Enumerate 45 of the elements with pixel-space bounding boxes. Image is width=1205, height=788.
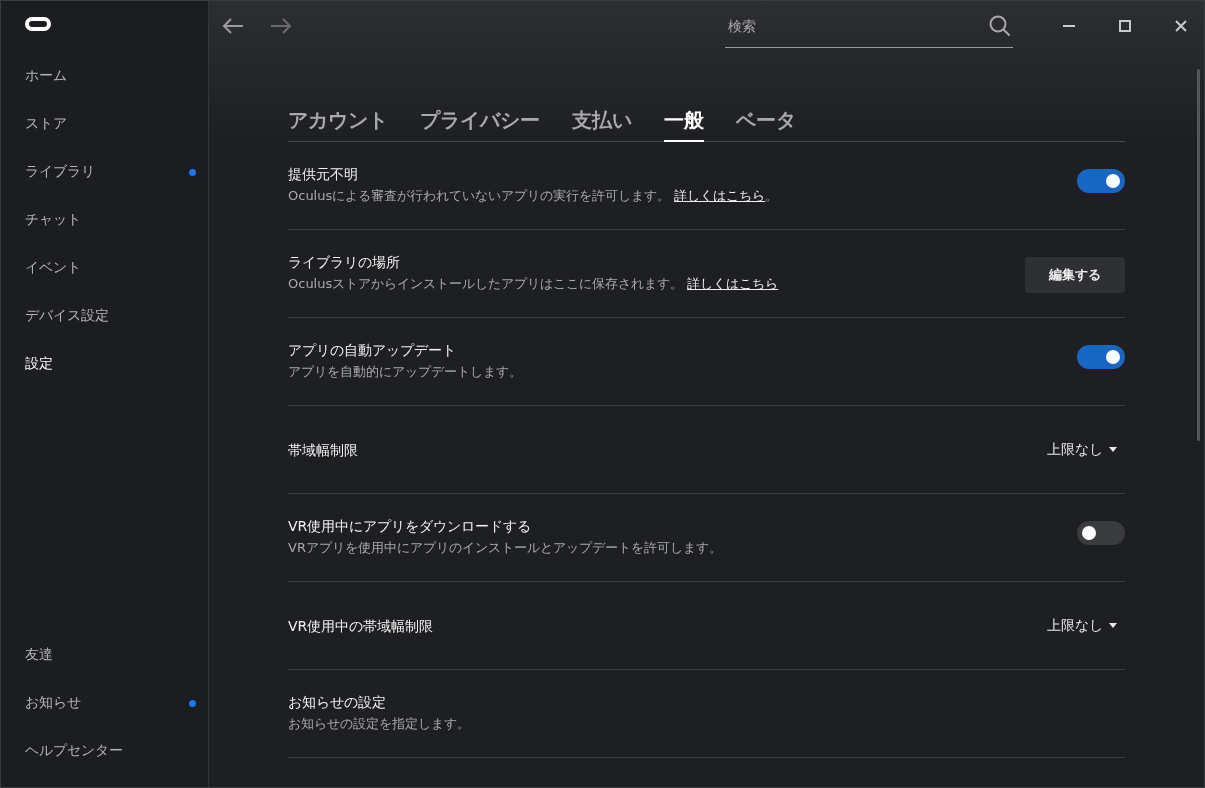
tab[interactable]: 一般 bbox=[664, 103, 704, 142]
toggle-switch[interactable] bbox=[1077, 169, 1125, 193]
setting-title: 帯域幅制限 bbox=[288, 440, 359, 460]
forward-arrow-icon[interactable] bbox=[270, 18, 292, 34]
toggle-switch[interactable] bbox=[1077, 345, 1125, 369]
setting-description: アプリを自動的にアップデートします。 bbox=[288, 363, 523, 381]
setting-description: VRアプリを使用中にアプリのインストールとアップデートを許可します。 bbox=[288, 539, 723, 557]
tab[interactable]: プライバシー bbox=[420, 103, 540, 142]
sidebar-item[interactable]: デバイス設定 bbox=[1, 292, 208, 340]
setting-title: アプリの自動アップデート bbox=[288, 341, 457, 360]
toggle-switch[interactable] bbox=[1077, 521, 1125, 545]
search-icon[interactable] bbox=[989, 15, 1011, 37]
sidebar-item[interactable]: 友達 bbox=[1, 631, 208, 679]
edit-button[interactable]: 編集する bbox=[1025, 257, 1125, 293]
sidebar-item[interactable]: 設定 bbox=[1, 340, 208, 388]
tab[interactable]: 支払い bbox=[572, 103, 632, 142]
logo-icon[interactable] bbox=[25, 17, 51, 31]
caret-icon bbox=[1109, 623, 1117, 628]
back-arrow-icon[interactable] bbox=[222, 18, 244, 34]
tab[interactable]: ベータ bbox=[736, 103, 796, 142]
sidebar-item[interactable]: イベント bbox=[1, 244, 208, 292]
setting-title: VR使用中にアプリをダウンロードする bbox=[288, 517, 533, 536]
search-field[interactable]: 検索 bbox=[725, 4, 1013, 48]
tab[interactable]: アカウント bbox=[288, 103, 388, 142]
setting-title: 提供元不明 bbox=[288, 165, 359, 184]
sidebar-item[interactable]: ライブラリ bbox=[1, 148, 208, 196]
learn-more-link[interactable]: 詳しくはこちら bbox=[687, 276, 779, 291]
setting-title: お知らせの設定 bbox=[288, 693, 387, 712]
setting-title: VR使用中の帯域幅制限 bbox=[288, 616, 435, 636]
sidebar-item[interactable]: ホーム bbox=[1, 52, 208, 100]
setting-title: ライブラリの場所 bbox=[288, 253, 401, 272]
sidebar-item[interactable]: ヘルプセンター bbox=[1, 727, 208, 775]
setting-description: Oculusストアからインストールしたアプリはここに保存されます。 詳しくはこちら bbox=[288, 275, 780, 293]
maximize-icon[interactable] bbox=[1119, 20, 1131, 32]
sidebar-item[interactable]: お知らせ bbox=[1, 679, 208, 727]
sidebar-item[interactable]: チャット bbox=[1, 196, 208, 244]
dropdown[interactable]: 上限なし bbox=[1047, 616, 1117, 635]
setting-description: Oculusによる審査が行われていないアプリの実行を許可します。 詳しくはこちら。 bbox=[288, 187, 780, 205]
dropdown[interactable]: 上限なし bbox=[1047, 440, 1117, 459]
close-icon[interactable] bbox=[1175, 20, 1187, 32]
setting-description: お知らせの設定を指定します。 bbox=[288, 715, 471, 733]
sidebar-item[interactable]: ストア bbox=[1, 100, 208, 148]
scrollbar[interactable] bbox=[1197, 69, 1200, 441]
learn-more-link[interactable]: 詳しくはこちら bbox=[674, 188, 766, 203]
caret-icon bbox=[1109, 447, 1117, 452]
